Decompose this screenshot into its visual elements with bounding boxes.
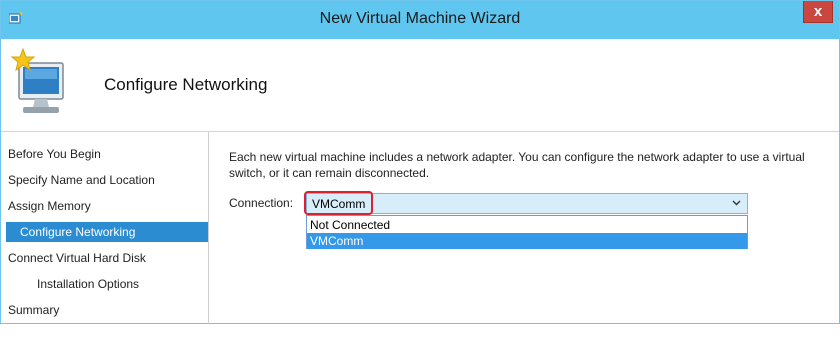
description-text: Each new virtual machine includes a netw…	[229, 150, 805, 180]
nav-item-configure-networking[interactable]: Configure Networking	[6, 222, 208, 242]
page-title: Configure Networking	[104, 75, 268, 94]
nav-item-before-you-begin[interactable]: Before You Begin	[8, 144, 101, 164]
close-button[interactable]: x	[803, 1, 833, 23]
nav-item-assign-memory[interactable]: Assign Memory	[8, 196, 91, 216]
wizard-nav: Before You Begin Specify Name and Locati…	[1, 132, 209, 324]
nav-item-connect-virtual-hard-disk[interactable]: Connect Virtual Hard Disk	[8, 248, 146, 268]
title-bar[interactable]: New Virtual Machine Wizard x	[1, 1, 839, 39]
nav-item-installation-options[interactable]: Installation Options	[37, 274, 139, 294]
window-title: New Virtual Machine Wizard	[319, 10, 521, 27]
chevron-down-icon[interactable]	[732, 198, 741, 207]
connection-dropdown-list: Not Connected VMComm	[306, 215, 748, 249]
monitor-star-icon	[10, 47, 64, 113]
wizard-header: Configure Networking	[1, 39, 839, 132]
wizard-window: New Virtual Machine Wizard x Configure N…	[0, 0, 840, 324]
nav-item-specify-name-location[interactable]: Specify Name and Location	[8, 170, 155, 190]
content-panel: Each new virtual machine includes a netw…	[229, 149, 829, 181]
option-not-connected[interactable]: Not Connected	[307, 217, 747, 233]
nav-item-summary[interactable]: Summary	[8, 300, 59, 320]
connection-label: Connection:	[229, 196, 294, 210]
highlight-box	[304, 191, 373, 215]
close-icon: x	[813, 3, 823, 20]
option-vmcomm[interactable]: VMComm	[307, 233, 747, 249]
